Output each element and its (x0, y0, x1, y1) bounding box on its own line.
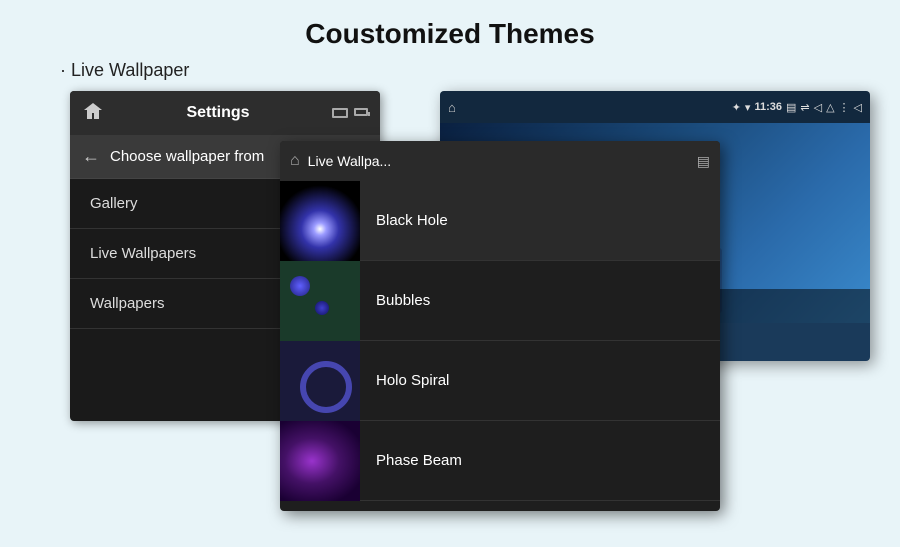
sw-bluetooth-icon: ✦ (732, 101, 741, 114)
lw-img-icon: ▤ (697, 153, 710, 170)
lw-topbar: ⌂ Live Wallpa... ▤ (280, 141, 720, 181)
image-icon (332, 108, 348, 118)
settings-icons (332, 108, 368, 118)
lw-home-icon: ⌂ (290, 152, 300, 170)
live-wallpapers-screen: ⌂ Live Wallpa... ▤ Black Hole Bubbles Ho… (280, 141, 720, 511)
sw-usb-icon: ⇌ (800, 101, 809, 114)
lw-thumbnail-holo (280, 341, 360, 421)
sw-topbar: ⌂ ✦ ▾ 11:36 ▤ ⇌ ◁ △ ⋮ ◁ (440, 91, 870, 123)
sw-vol-icon: ◁ (814, 101, 822, 114)
live-wallpapers-label: Live Wallpapers (90, 245, 196, 262)
page-title: Coustomized Themes (0, 0, 900, 60)
sw-home-icon: ⌂ (448, 100, 456, 115)
lw-thumbnail-bubbles (280, 261, 360, 341)
gallery-label: Gallery (90, 195, 138, 212)
battery-icon (354, 108, 368, 116)
sw-time: 11:36 (754, 101, 782, 113)
holo-label: Holo Spiral (360, 372, 449, 389)
sw-alert-icon: △ (826, 101, 834, 114)
back-arrow-icon[interactable]: ← (82, 146, 100, 167)
sw-wifi-icon: ▾ (745, 101, 751, 114)
wallpapers-label: Wallpapers (90, 295, 164, 312)
list-item-phase[interactable]: Phase Beam (280, 421, 720, 501)
list-item-blackhole[interactable]: Black Hole (280, 181, 720, 261)
sw-msg-icon: ▤ (786, 101, 796, 114)
settings-topbar: Settings (70, 91, 380, 135)
lw-title: Live Wallpa... (308, 153, 689, 169)
section-label: · Live Wallpaper (60, 60, 900, 81)
home-icon (82, 100, 104, 127)
blackhole-label: Black Hole (360, 212, 448, 229)
list-item-holo[interactable]: Holo Spiral (280, 341, 720, 421)
sw-more-icon[interactable]: ⋮ (839, 101, 850, 114)
settings-title: Settings (114, 104, 322, 122)
sw-back-icon[interactable]: ◁ (854, 101, 862, 114)
screenshots-container: Settings ← Choose wallpaper from Gallery… (50, 91, 870, 511)
lw-thumbnail-blackhole (280, 181, 360, 261)
list-item-bubbles[interactable]: Bubbles (280, 261, 720, 341)
lw-thumbnail-phase (280, 421, 360, 501)
sw-status-icons: ✦ ▾ 11:36 ▤ ⇌ ◁ △ ⋮ ◁ (732, 101, 862, 114)
choose-wallpaper-text: Choose wallpaper from (110, 148, 264, 165)
bubbles-label: Bubbles (360, 292, 430, 309)
phase-label: Phase Beam (360, 452, 462, 469)
